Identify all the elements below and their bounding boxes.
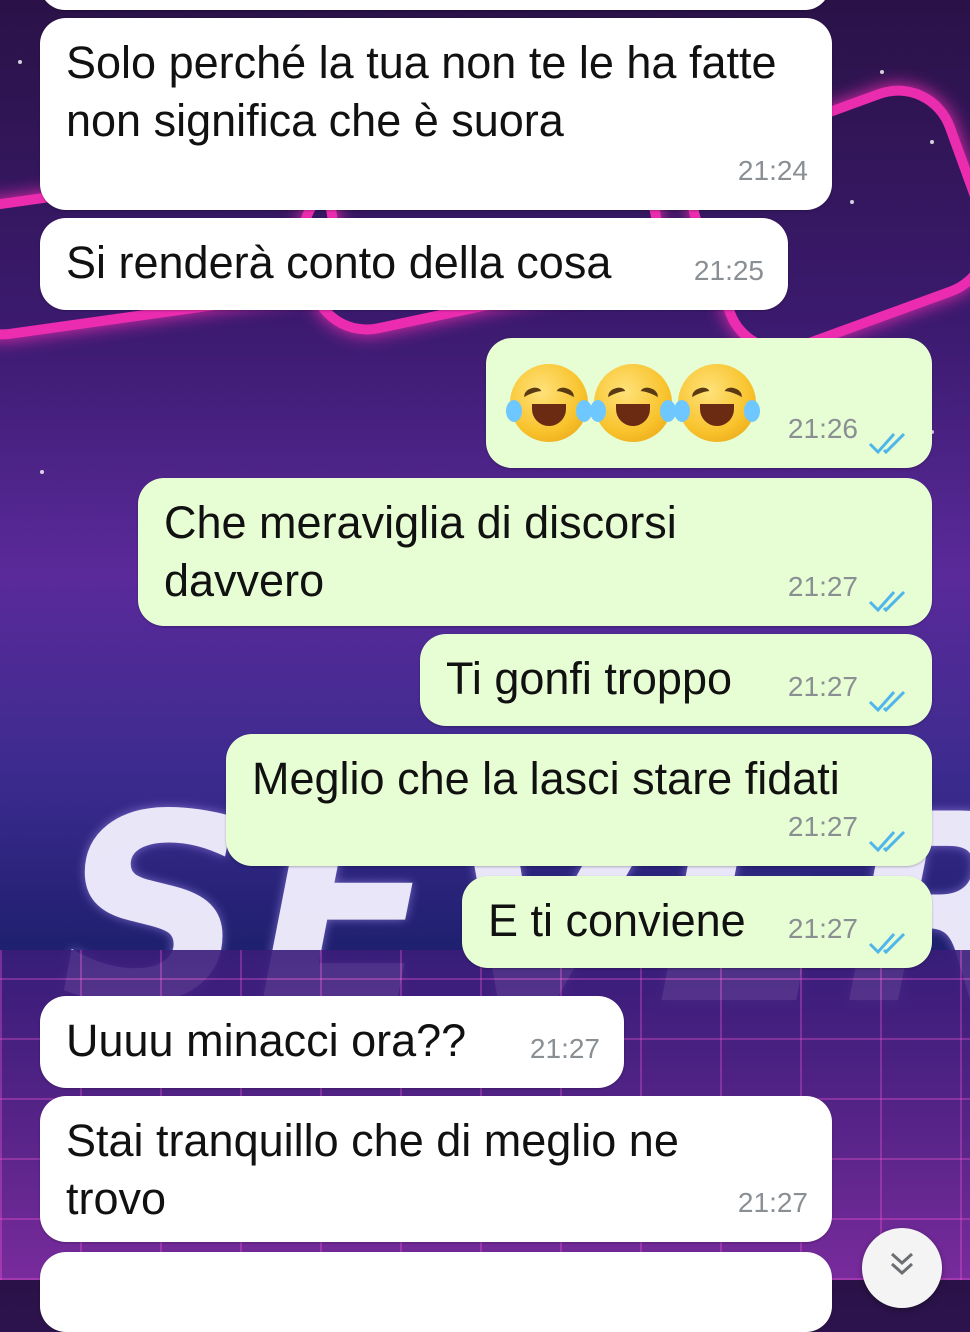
double-check-icon xyxy=(868,830,906,853)
scroll-to-bottom-button[interactable] xyxy=(862,1228,942,1308)
message-time: 21:27 xyxy=(787,671,858,702)
message-text: Stai tranquillo che di meglio ne trovo xyxy=(66,1115,679,1224)
message-bubble-outgoing[interactable]: Che meraviglia di discorsi davvero 21:27 xyxy=(138,478,932,626)
message-bubble-incoming[interactable]: Stai tranquillo che di meglio ne trovo 2… xyxy=(40,1096,832,1242)
message-time: 21:25 xyxy=(693,255,764,286)
rolling-laughing-emoji-icon xyxy=(674,364,760,442)
message-bubble-outgoing[interactable]: Meglio che la lasci stare fidati 21:27 xyxy=(226,734,932,866)
message-text: Si renderà conto della cosa xyxy=(66,237,612,288)
message-bubble-incoming[interactable]: Uuuu minacci ora?? 21:27 xyxy=(40,996,624,1088)
double-check-icon xyxy=(868,932,906,955)
message-bubble-outgoing[interactable]: E ti conviene 21:27 xyxy=(462,876,932,968)
message-bubble-partial[interactable] xyxy=(40,1252,832,1332)
message-time: 21:27 xyxy=(529,1033,600,1064)
message-time: 21:27 xyxy=(787,913,858,944)
message-bubble-incoming[interactable]: Si renderà conto della cosa 21:25 xyxy=(40,218,788,310)
message-time: 21:27 xyxy=(787,811,858,842)
message-bubble-outgoing[interactable]: Ti gonfi troppo 21:27 xyxy=(420,634,932,726)
message-time: 21:24 xyxy=(737,155,808,186)
message-time: 21:27 xyxy=(737,1187,808,1218)
rolling-laughing-emoji-icon xyxy=(506,364,592,442)
message-text: Solo perché la tua non te le ha fatte no… xyxy=(66,37,777,146)
message-bubble-partial[interactable] xyxy=(40,0,830,10)
double-check-icon xyxy=(868,590,906,613)
chevron-double-down-icon xyxy=(890,1252,914,1276)
rolling-laughing-emoji-icon xyxy=(590,364,676,442)
double-check-icon xyxy=(868,690,906,713)
message-bubble-outgoing[interactable]: 21:26 xyxy=(486,338,932,468)
message-time: 21:27 xyxy=(787,571,858,602)
message-time: 21:26 xyxy=(787,413,858,444)
message-text: Uuuu minacci ora?? xyxy=(66,1015,467,1066)
double-check-icon xyxy=(868,432,906,455)
message-text: Che meraviglia di discorsi davvero xyxy=(164,497,677,606)
message-bubble-incoming[interactable]: Solo perché la tua non te le ha fatte no… xyxy=(40,18,832,210)
